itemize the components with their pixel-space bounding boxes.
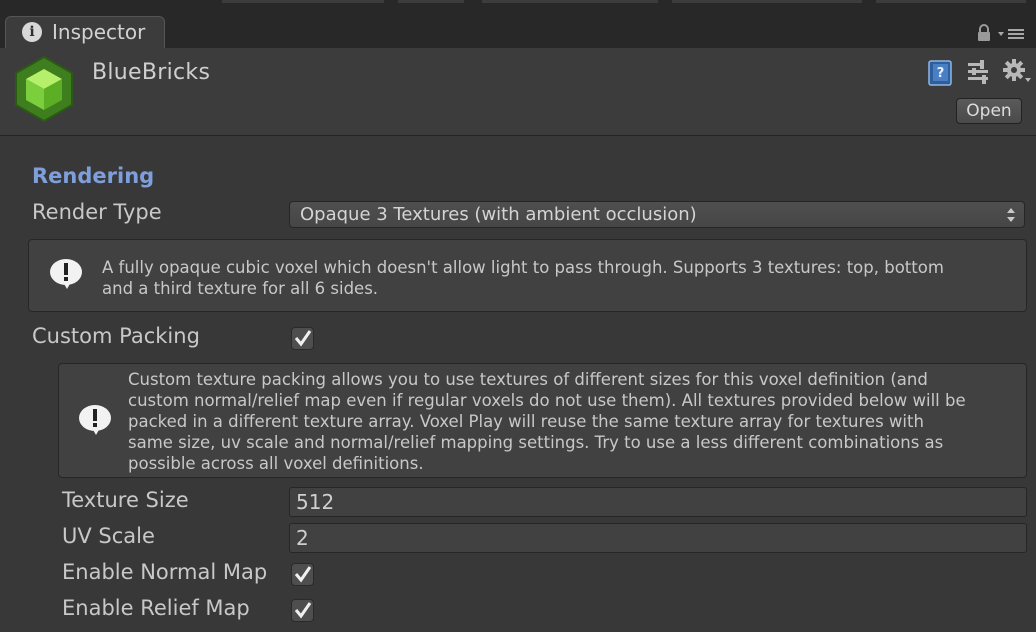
tab-label: Inspector [52, 20, 146, 44]
lock-icon[interactable] [976, 24, 992, 42]
svg-text:?: ? [937, 66, 945, 81]
tab-bar-edge [876, 0, 1026, 3]
voxel-cube-icon [15, 56, 73, 122]
uv-scale-label: UV Scale [62, 524, 155, 548]
tab-bar-edge [398, 0, 464, 3]
enable-normal-map-label: Enable Normal Map [62, 560, 268, 584]
render-type-value: Opaque 3 Textures (with ambient occlusio… [300, 204, 697, 225]
render-type-dropdown[interactable]: Opaque 3 Textures (with ambient occlusio… [289, 201, 1025, 228]
checkmark-icon [294, 602, 312, 619]
window-tab-bar: i Inspector [0, 0, 1036, 48]
custom-packing-label: Custom Packing [32, 324, 200, 348]
info-icon: i [22, 22, 42, 42]
render-type-help-line: and a third texture for all 6 sides. [102, 279, 379, 298]
render-type-label: Render Type [32, 200, 162, 224]
custom-packing-helpbox: Custom texture packing allows you to use… [58, 363, 1027, 478]
texture-size-field[interactable]: 512 [289, 487, 1027, 517]
tab-bar-edge [222, 0, 384, 3]
tab-menu-icon[interactable] [998, 28, 1026, 40]
asset-name: BlueBricks [92, 60, 211, 85]
uv-scale-value: 2 [296, 526, 309, 550]
enable-relief-map-label: Enable Relief Map [62, 596, 250, 620]
texture-size-label: Texture Size [62, 488, 189, 512]
inspector-header: BlueBricks ? Open [0, 48, 1036, 136]
texture-size-value: 512 [296, 490, 335, 514]
inspector-content: Rendering Render Type Opaque 3 Textures … [0, 136, 1036, 632]
open-button[interactable]: Open [956, 98, 1022, 124]
enable-normal-map-checkbox[interactable] [291, 563, 314, 586]
render-type-helpbox: A fully opaque cubic voxel which doesn't… [28, 239, 1027, 312]
checkmark-icon [294, 330, 312, 347]
tab-bar-edge [672, 0, 862, 3]
help-book-icon[interactable]: ? [928, 60, 954, 86]
packing-help-line: Custom texture packing allows you to use… [128, 370, 928, 389]
tab-inspector[interactable]: i Inspector [5, 16, 165, 48]
custom-packing-checkbox[interactable] [291, 327, 314, 350]
uv-scale-field[interactable]: 2 [289, 523, 1027, 553]
warning-speech-icon [50, 259, 82, 289]
render-type-help-line: A fully opaque cubic voxel which doesn't… [102, 258, 944, 277]
packing-help-line: same size, uv scale and normal/relief ma… [128, 433, 944, 452]
presets-sliders-icon[interactable] [966, 60, 990, 84]
gear-icon[interactable] [1002, 58, 1032, 86]
checkmark-icon [294, 566, 312, 583]
packing-help-line: possible across all voxel definitions. [128, 454, 424, 473]
packing-help-line: custom normal/relief map even if regular… [128, 391, 966, 410]
packing-help-line: packed in a different texture array. Vox… [128, 412, 924, 431]
warning-speech-icon [79, 405, 111, 435]
dropdown-arrows-icon [1007, 208, 1015, 222]
section-title-rendering: Rendering [32, 164, 155, 188]
tab-bar-edge [482, 0, 658, 3]
enable-relief-map-checkbox[interactable] [291, 599, 314, 622]
